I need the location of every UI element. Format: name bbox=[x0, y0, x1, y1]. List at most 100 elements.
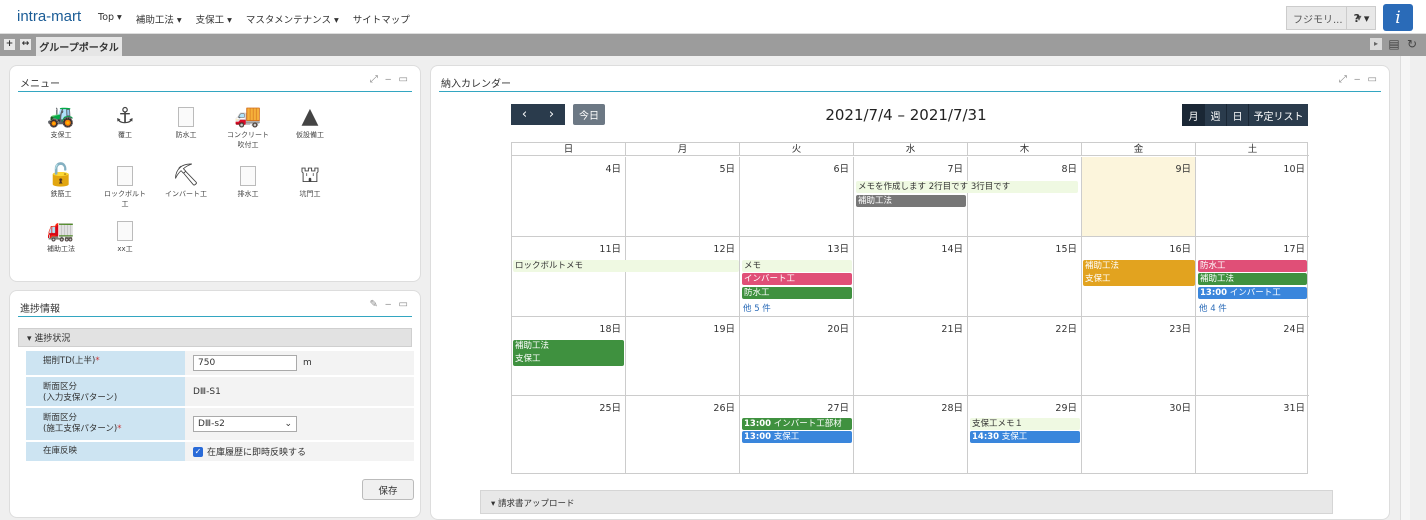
calendar-event-memo[interactable]: メモを作成します 2行目です 3行目です bbox=[856, 181, 1078, 193]
day-cell[interactable]: 24日 bbox=[1196, 317, 1309, 396]
calendar-month-grid: 日 月 火 水 木 金 土 4日 5日 6日 7日 8日 9日 10日 メモを作… bbox=[511, 142, 1309, 474]
mixer-truck-icon: 🚚 bbox=[234, 104, 262, 129]
menu-item-invert[interactable]: ⛏ インバート工 bbox=[160, 163, 212, 199]
day-cell[interactable]: 15日 bbox=[968, 237, 1082, 317]
calendar-event[interactable]: 13:00 インバート工 bbox=[1198, 287, 1307, 299]
depth-label: 掘削TD(上半)* bbox=[26, 351, 185, 375]
view-month-button[interactable]: 月 bbox=[1182, 104, 1204, 126]
menu-item-kasetsu[interactable]: ▲ 仮設備工 bbox=[284, 104, 336, 140]
menu-item-hojo[interactable]: 🚛 補助工法 bbox=[35, 218, 87, 254]
calendar-event[interactable]: 補助工法 bbox=[1198, 273, 1307, 285]
portlet-controls[interactable]: ⤢ ‒ ▭ bbox=[370, 74, 410, 85]
weekday-sun: 日 bbox=[512, 143, 626, 156]
nav-hojo-kouhou[interactable]: 補助工法 ▾ bbox=[136, 12, 182, 26]
weekday-fri: 金 bbox=[1082, 143, 1196, 156]
day-cell[interactable]: 20日 bbox=[740, 317, 854, 396]
next-button[interactable]: › bbox=[538, 104, 565, 125]
weekday-thu: 木 bbox=[968, 143, 1082, 156]
day-cell[interactable]: 25日 bbox=[512, 396, 626, 474]
calendar-event[interactable]: インバート工 bbox=[742, 273, 852, 285]
view-week-button[interactable]: 週 bbox=[1204, 104, 1226, 126]
day-cell[interactable]: 10日 bbox=[1196, 157, 1309, 237]
calendar-event[interactable]: 13:00 支保工 bbox=[742, 431, 852, 443]
more-events-link[interactable]: 他 4 件 bbox=[1199, 302, 1227, 314]
day-cell[interactable]: 12日 bbox=[626, 237, 740, 317]
menu-item-bousuikou[interactable]: 防水工 bbox=[160, 104, 212, 140]
layout-icon[interactable]: ▤ bbox=[1388, 38, 1400, 50]
nav-master-maintenance[interactable]: マスタメンテナンス ▾ bbox=[246, 12, 339, 26]
weekday-tue: 火 bbox=[740, 143, 854, 156]
view-list-button[interactable]: 予定リスト bbox=[1248, 104, 1308, 126]
add-tab-icon[interactable]: + bbox=[4, 39, 15, 50]
day-cell[interactable]: 11日 bbox=[512, 237, 626, 317]
menu-item-rockbolt[interactable]: ロックボルト 工 bbox=[99, 163, 151, 209]
drill-tower-icon: ▲ bbox=[301, 104, 319, 129]
collapse-tab-icon[interactable]: ↔ bbox=[20, 39, 31, 50]
today-button[interactable]: 今日 bbox=[573, 104, 605, 125]
day-cell[interactable]: 22日 bbox=[968, 317, 1082, 396]
portlet-controls[interactable]: ⤢ ‒ ▭ bbox=[1339, 74, 1379, 85]
day-cell[interactable]: 19日 bbox=[626, 317, 740, 396]
day-cell[interactable]: 31日 bbox=[1196, 396, 1309, 474]
title-divider bbox=[439, 91, 1381, 92]
day-cell[interactable]: 30日 bbox=[1082, 396, 1196, 474]
title-divider bbox=[18, 316, 412, 317]
nav-top[interactable]: Top ▾ bbox=[98, 12, 122, 26]
day-cell[interactable]: 21日 bbox=[854, 317, 968, 396]
view-day-button[interactable]: 日 bbox=[1226, 104, 1248, 126]
calendar-event-memo[interactable]: 支保工メモ１ bbox=[970, 418, 1080, 430]
menu-item-tekkin[interactable]: 🔓 鉄筋工 bbox=[35, 163, 87, 199]
menu-item-fukukou[interactable]: ⚓ 覆工 bbox=[99, 104, 151, 140]
day-cell-today[interactable]: 9日 bbox=[1082, 157, 1196, 237]
document-icon bbox=[117, 221, 133, 241]
progress-portlet: 進捗情報 ✎ ‒ ▭ ▾ 進捗状況 掘削TD(上半)* 750 m 断面区分 (… bbox=[9, 290, 421, 518]
depth-input[interactable]: 750 bbox=[193, 355, 297, 371]
day-cell[interactable]: 8日 bbox=[968, 157, 1082, 237]
actual-pattern-select[interactable]: DⅢ-s2 ⌄ bbox=[193, 416, 297, 432]
calendar-event[interactable]: 補助工法 支保工 bbox=[1083, 260, 1195, 286]
tab-group-portal[interactable]: グループポータル bbox=[36, 37, 122, 56]
top-navbar: intra-mart Top ▾ 補助工法 ▾ 支保工 ▾ マスタメンテナンス … bbox=[0, 0, 1426, 34]
portlet-controls[interactable]: ✎ ‒ ▭ bbox=[369, 299, 410, 310]
nav-sitemap[interactable]: サイトマップ bbox=[353, 12, 410, 26]
save-button[interactable]: 保存 bbox=[362, 479, 414, 500]
day-cell[interactable]: 28日 bbox=[854, 396, 968, 474]
stock-checkbox-label[interactable]: 在庫履歴に即時反映する bbox=[207, 445, 306, 458]
day-cell[interactable]: 4日 bbox=[512, 157, 626, 237]
calendar-event[interactable]: 防水工 bbox=[742, 287, 852, 299]
stock-checkbox[interactable]: ✓ bbox=[193, 446, 203, 457]
day-cell[interactable]: 26日 bbox=[626, 396, 740, 474]
progress-section-header[interactable]: ▾ 進捗状況 bbox=[18, 328, 412, 347]
actual-pattern-label: 断面区分 (施工支保パターン)* bbox=[26, 408, 185, 440]
day-cell[interactable]: 5日 bbox=[626, 157, 740, 237]
calendar-event[interactable]: 補助工法 bbox=[856, 195, 966, 207]
menu-item-concrete[interactable]: 🚚 コンクリート 吹付工 bbox=[222, 104, 274, 150]
calendar-event-memo[interactable]: メモ bbox=[742, 260, 852, 272]
document-icon bbox=[178, 107, 194, 127]
menu-portlet-title: メニュー bbox=[20, 79, 60, 90]
day-cell[interactable]: 6日 bbox=[740, 157, 854, 237]
expand-icon[interactable]: ▸ bbox=[1370, 38, 1382, 50]
weekday-mon: 月 bbox=[626, 143, 740, 156]
refresh-icon[interactable]: ↻ bbox=[1406, 38, 1418, 50]
depth-unit: m bbox=[303, 358, 312, 368]
calendar-event[interactable]: 13:00 インバート工部材 bbox=[742, 418, 852, 430]
menu-item-shihokou[interactable]: 🚜 支保工 bbox=[35, 104, 87, 140]
brand-logo[interactable]: intra-mart bbox=[17, 8, 81, 25]
help-menu[interactable]: ? ▾ bbox=[1346, 6, 1376, 30]
menu-item-xx[interactable]: xx工 bbox=[99, 218, 151, 254]
nav-shihokou[interactable]: 支保工 ▾ bbox=[196, 12, 232, 26]
day-cell[interactable]: 14日 bbox=[854, 237, 968, 317]
info-icon[interactable]: i bbox=[1383, 4, 1413, 31]
more-events-link[interactable]: 他 5 件 bbox=[743, 302, 771, 314]
page-scrollbar[interactable] bbox=[1400, 56, 1410, 520]
invoice-upload-section[interactable]: ▾ 請求書アップロード bbox=[480, 490, 1333, 514]
menu-item-haisui[interactable]: 排水工 bbox=[222, 163, 274, 199]
calendar-event[interactable]: 補助工法 支保工 bbox=[513, 340, 624, 366]
calendar-event[interactable]: 14:30 支保工 bbox=[970, 431, 1080, 443]
menu-item-koumon[interactable]: ⛫ 坑門工 bbox=[284, 163, 336, 199]
calendar-event[interactable]: 防水工 bbox=[1198, 260, 1307, 272]
day-cell[interactable]: 23日 bbox=[1082, 317, 1196, 396]
prev-button[interactable]: ‹ bbox=[511, 104, 538, 125]
calendar-event-memo[interactable]: ロックボルトメモ bbox=[513, 260, 739, 272]
